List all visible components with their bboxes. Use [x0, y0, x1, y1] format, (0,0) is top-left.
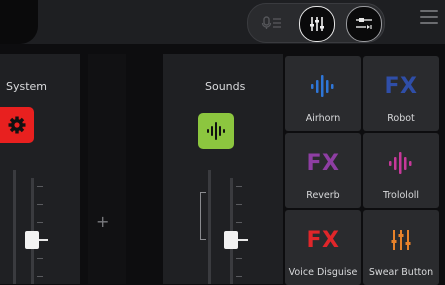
add-channel-button[interactable]: + [96, 212, 109, 231]
system-channel: System [0, 54, 80, 284]
sound-tile-label: Robot [387, 113, 415, 124]
fx-icon: FX [384, 73, 418, 99]
sounds-category-button[interactable] [198, 113, 234, 149]
fx-icon: FX [306, 227, 340, 253]
sounds-volume-thumb[interactable] [224, 231, 238, 249]
sound-tile-robot[interactable]: FX Robot [363, 56, 439, 131]
sounds-channel: Sounds [163, 54, 283, 284]
hamburger-menu-icon[interactable] [420, 10, 438, 24]
mixer-sliders-icon [363, 224, 439, 256]
waveform-icon [363, 147, 439, 179]
sound-tile-label: Voice Disguise [288, 267, 358, 278]
sounds-meter-track [208, 170, 211, 284]
routing-button[interactable] [346, 6, 382, 42]
sound-tile-label: Swear Button [368, 267, 434, 278]
system-volume-thumb[interactable] [25, 231, 39, 249]
system-category-button[interactable] [0, 107, 34, 143]
sound-tile-trolololl[interactable]: Trolololl [363, 133, 439, 208]
mixer-sliders-icon [310, 17, 324, 31]
sound-tile-airhorn[interactable]: Airhorn [285, 56, 361, 131]
routing-settings-icon [356, 18, 372, 29]
sounds-volume-level-line [238, 239, 248, 241]
sound-tile-reverb[interactable]: FX Reverb [285, 133, 361, 208]
waveform-icon [207, 122, 225, 140]
add-channel-column[interactable] [88, 54, 126, 284]
top-bar [0, 0, 445, 44]
gear-icon [8, 116, 26, 134]
mic-mixer-icon [261, 16, 281, 29]
sound-tile-voice-disguise[interactable]: FX Voice Disguise [285, 210, 361, 285]
sound-tiles-grid: Airhorn FX Robot FX Reverb Trolololl FX … [285, 56, 445, 285]
waveform-icon [285, 70, 361, 102]
system-volume-level-line [39, 239, 48, 241]
sound-tile-swear-button[interactable]: Swear Button [363, 210, 439, 285]
system-channel-label: System [6, 80, 48, 93]
mixer-button[interactable] [299, 6, 335, 42]
sounds-channel-label: Sounds [205, 80, 246, 93]
active-tab[interactable] [0, 0, 38, 44]
sound-tile-label: Reverb [306, 190, 340, 201]
sounds-meter-bracket [200, 192, 206, 240]
sound-tile-label: Airhorn [305, 113, 341, 124]
mic-mixer-button[interactable] [255, 6, 289, 40]
fx-icon: FX [306, 150, 340, 176]
system-meter-track [13, 170, 16, 284]
sound-tile-label: Trolololl [382, 190, 420, 201]
